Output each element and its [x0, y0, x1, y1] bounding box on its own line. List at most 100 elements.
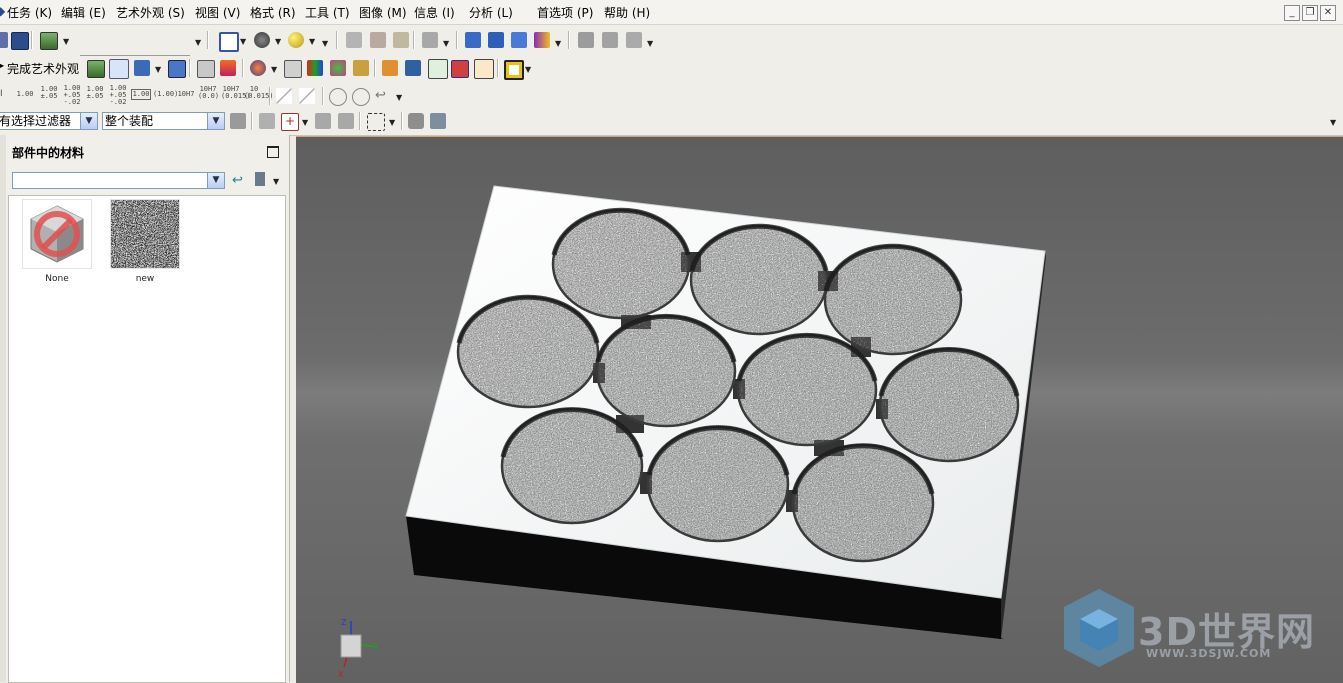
- snapshot-icon[interactable]: [511, 32, 527, 48]
- tool-icon[interactable]: [422, 32, 438, 48]
- scope-select[interactable]: 整个装配 ▼: [102, 112, 225, 130]
- dimension-style-2[interactable]: 1.00 ±.05: [39, 86, 59, 100]
- brush-icon[interactable]: [534, 32, 550, 48]
- chevron-down-icon[interactable]: ▼: [1330, 118, 1336, 127]
- dimension-style-5[interactable]: 1.00 +.05 -.02: [108, 85, 128, 106]
- dimension-style-6[interactable]: 1.00: [131, 89, 151, 100]
- dimension-style-8[interactable]: 10H7: [176, 91, 196, 98]
- point-snap-icon[interactable]: +: [281, 113, 299, 131]
- person-icon[interactable]: [405, 60, 421, 76]
- menu-appearance[interactable]: 艺术外观 (S): [116, 4, 185, 21]
- view-options-icon[interactable]: [255, 172, 265, 186]
- menu-task[interactable]: 任务 (K): [7, 4, 52, 21]
- chevron-down-icon[interactable]: ▼: [80, 113, 97, 129]
- save-as-icon[interactable]: [11, 32, 29, 50]
- save-icon[interactable]: [0, 32, 8, 48]
- selection-tool-icon[interactable]: [230, 113, 246, 129]
- finish-appearance-button[interactable]: 完成艺术外观: [7, 60, 79, 77]
- shaded-icon[interactable]: [408, 113, 424, 129]
- layout-icon[interactable]: [219, 32, 239, 52]
- chevron-down-icon[interactable]: ▼: [273, 177, 279, 186]
- pencil-icon[interactable]: [370, 32, 386, 48]
- background-icon[interactable]: [197, 60, 215, 78]
- material-filter-select[interactable]: ▼: [12, 172, 225, 189]
- chevron-down-icon[interactable]: ▼: [63, 37, 69, 46]
- cylinder-icon[interactable]: [393, 32, 409, 48]
- deselect-icon[interactable]: [338, 113, 354, 129]
- menu-tools[interactable]: 工具 (T): [305, 4, 350, 21]
- menu-preferences[interactable]: 首选项 (P): [537, 4, 593, 21]
- maximize-icon[interactable]: [267, 146, 279, 158]
- texture-icon[interactable]: [168, 60, 186, 78]
- leader-icon[interactable]: [299, 88, 315, 104]
- chevron-down-icon[interactable]: ▼: [309, 37, 315, 46]
- chevron-down-icon[interactable]: ▼: [275, 37, 281, 46]
- quick-pick-icon[interactable]: [315, 113, 331, 129]
- chevron-down-icon[interactable]: ▼: [525, 65, 531, 74]
- menu-view[interactable]: 视图 (V): [195, 4, 240, 21]
- camera-icon[interactable]: [488, 32, 504, 48]
- display-icon[interactable]: [40, 32, 58, 50]
- chevron-down-icon[interactable]: ▼: [207, 113, 224, 129]
- menu-analysis[interactable]: 分析 (L): [469, 4, 513, 21]
- chevron-down-icon[interactable]: ▼: [195, 38, 201, 47]
- wireframe-icon[interactable]: [430, 113, 446, 129]
- image-background-icon[interactable]: [220, 60, 236, 76]
- dimension-style-4[interactable]: 1.00 ±.05: [85, 86, 105, 100]
- dimension-style-11[interactable]: 10 (0.015): [244, 86, 274, 100]
- chevron-down-icon[interactable]: ▼: [555, 39, 561, 48]
- box-icon[interactable]: [474, 59, 494, 79]
- dimension-style-3[interactable]: 1.00 +.05 -.02: [62, 85, 82, 106]
- chevron-down-icon[interactable]: ▼: [271, 65, 277, 74]
- monitor-icon[interactable]: [134, 60, 150, 76]
- material-set-icon[interactable]: [353, 60, 369, 76]
- snap-icon[interactable]: [259, 113, 275, 129]
- material-editor-icon[interactable]: [109, 59, 129, 79]
- chevron-down-icon[interactable]: ▼: [302, 118, 308, 127]
- reflection-icon[interactable]: [382, 60, 398, 76]
- dimension-style-1[interactable]: 1.00: [15, 91, 35, 98]
- dimension-style-10[interactable]: 10H7 (0.015): [221, 86, 251, 100]
- angle-dim-icon[interactable]: [276, 88, 292, 104]
- shapes-icon[interactable]: [330, 60, 346, 76]
- material-item[interactable]: None: [22, 199, 92, 284]
- region-icon[interactable]: [504, 60, 524, 80]
- light-icon[interactable]: [250, 60, 266, 76]
- palette-icon[interactable]: [451, 60, 469, 78]
- dimension-style-7[interactable]: (1.00): [153, 91, 178, 98]
- shade-icon[interactable]: [428, 59, 448, 79]
- chevron-down-icon[interactable]: ▼: [443, 39, 449, 48]
- app-icon[interactable]: ◆: [0, 4, 5, 18]
- menu-info[interactable]: 信息 (I): [414, 4, 455, 21]
- decal-icon[interactable]: [284, 60, 302, 78]
- filter-select[interactable]: 有选择过滤器 ▼: [0, 112, 98, 130]
- truck-icon[interactable]: [578, 32, 594, 48]
- crane-icon[interactable]: [626, 32, 642, 48]
- list-icon[interactable]: [346, 32, 362, 48]
- diameter-icon[interactable]: [329, 88, 347, 106]
- restore-icon[interactable]: ❐: [1302, 5, 1318, 21]
- render-style-icon[interactable]: [254, 32, 270, 48]
- chevron-down-icon[interactable]: ▼: [322, 39, 328, 48]
- menu-format[interactable]: 格式 (R): [250, 4, 296, 21]
- view-icon[interactable]: [465, 32, 481, 48]
- menu-help[interactable]: 帮助 (H): [604, 4, 650, 21]
- chevron-down-icon[interactable]: ▼: [207, 173, 224, 188]
- motion-icon[interactable]: [602, 32, 618, 48]
- close-icon[interactable]: ✕: [1320, 5, 1336, 21]
- menu-edit[interactable]: 编辑 (E): [61, 4, 106, 21]
- chevron-down-icon[interactable]: ▼: [155, 65, 161, 74]
- box-select-icon[interactable]: [367, 113, 385, 131]
- minimize-icon[interactable]: _: [1284, 5, 1300, 21]
- chevron-down-icon[interactable]: ▼: [389, 118, 395, 127]
- chevron-down-icon[interactable]: ▼: [240, 37, 246, 46]
- menu-image[interactable]: 图像 (M): [359, 4, 407, 21]
- material-item[interactable]: new: [110, 199, 180, 284]
- diameter-2-icon[interactable]: [352, 88, 370, 106]
- studio-icon[interactable]: [87, 60, 105, 78]
- undo-icon[interactable]: ↩: [375, 88, 391, 104]
- graphics-viewport[interactable]: Z X Y 3D世界网 WWW.3DSJW.COM: [296, 136, 1343, 683]
- chevron-down-icon[interactable]: ▼: [647, 39, 653, 48]
- apply-icon[interactable]: ↩: [232, 173, 243, 188]
- material-sphere-icon[interactable]: [288, 32, 304, 48]
